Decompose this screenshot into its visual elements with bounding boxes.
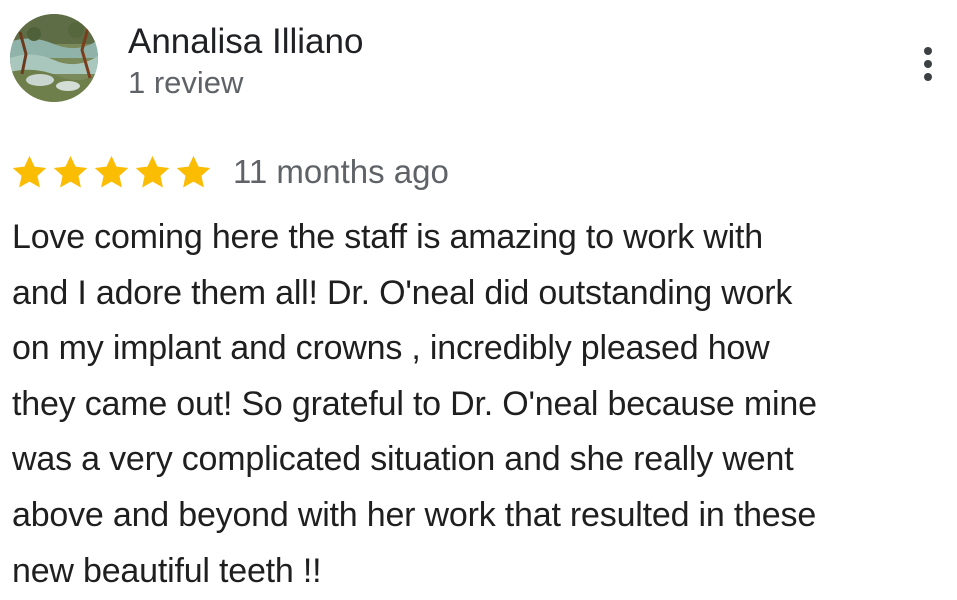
star-icon [53, 155, 88, 187]
star-icon [135, 155, 170, 187]
rating-row: 11 months ago [10, 150, 449, 194]
review-count: 1 review [128, 65, 244, 100]
review-header: Annalisa Illiano 1 review [10, 14, 363, 102]
more-vert-icon [924, 73, 932, 81]
more-vert-icon [924, 47, 932, 55]
star-icon [176, 155, 211, 187]
avatar[interactable] [10, 14, 98, 102]
star-icon [94, 155, 129, 187]
reviewer-info: Annalisa Illiano 1 review [128, 20, 363, 102]
review-time: 11 months ago [233, 153, 449, 190]
more-options-button[interactable] [908, 40, 948, 88]
more-vert-icon [924, 60, 932, 68]
review-card: Annalisa Illiano 1 review 11 months ago … [0, 0, 957, 600]
star-rating [10, 153, 215, 192]
star-icon [12, 155, 47, 187]
reviewer-name[interactable]: Annalisa Illiano [128, 20, 363, 64]
landscape-avatar-icon [10, 14, 98, 102]
review-text: Love coming here the staff is amazing to… [12, 218, 817, 590]
